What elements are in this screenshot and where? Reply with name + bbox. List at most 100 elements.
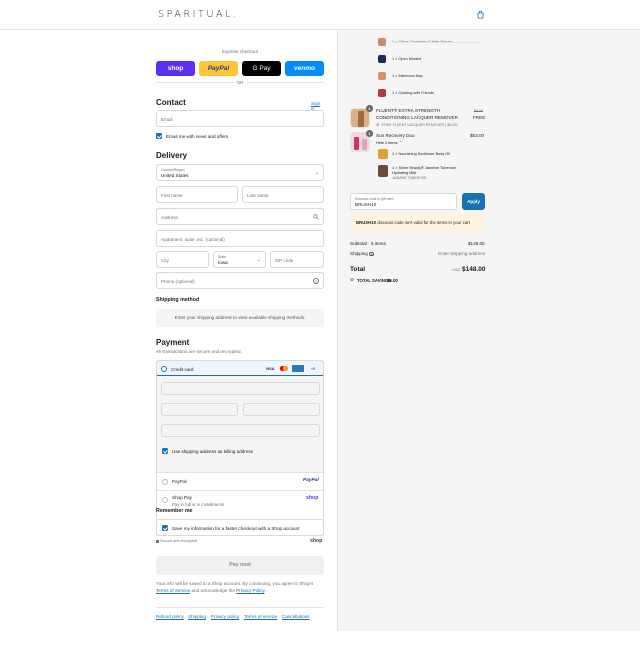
terms-of-service-footer-link[interactable]: Terms of service [244, 614, 277, 619]
newsletter-checkbox[interactable] [156, 133, 162, 139]
product-name: FLUENT® EXTRA STRENGTH [376, 108, 441, 113]
express-checkout-label: Express checkout [221, 49, 259, 54]
zip-field[interactable]: ZIP code [270, 251, 324, 268]
paypal-radio[interactable] [162, 478, 168, 485]
currency-label: USD [452, 267, 461, 272]
terms-text-2: and acknowledge the [190, 588, 237, 593]
shop-pay-button[interactable]: shop [156, 61, 195, 76]
email-field[interactable]: Email [156, 110, 324, 127]
sub-item-thumbnail [378, 149, 388, 159]
credit-card-option[interactable]: Credit card VISA +5 [157, 361, 323, 376]
secure-label: Secure and encrypted [160, 539, 198, 543]
amex-icon [292, 365, 304, 372]
country-label: Country/Region [161, 167, 185, 172]
total-label: Total [350, 266, 366, 273]
info-icon[interactable]: ? [369, 251, 374, 256]
shop-pay-radio[interactable] [162, 496, 168, 503]
gift-item-thumbnail [378, 55, 386, 63]
savings-value: $6.00 [387, 278, 398, 283]
venmo-button[interactable]: venmo [285, 61, 324, 76]
product-discount: FREE FLUENT LACQUER REMOVER (-$6.00) [382, 123, 458, 127]
sub-item-label-line2: Hydrating Mist [392, 171, 417, 175]
cancellations-link[interactable]: Cancellations [282, 614, 310, 619]
discount-value: BRUSH10 [355, 201, 377, 207]
help-icon[interactable]: ? [313, 278, 319, 284]
lock-icon [156, 540, 159, 543]
shopping-bag-icon[interactable] [476, 10, 485, 19]
terms-text-3: . [264, 588, 266, 593]
discount-tag-icon: ⊘ [376, 122, 380, 127]
hide-items-toggle[interactable]: Hide 2 items ⌃ [376, 140, 402, 145]
search-icon [313, 214, 319, 220]
visa-icon: VISA [265, 366, 275, 371]
refund-policy-link[interactable]: Refund policy [156, 614, 184, 619]
discount-label: Discount code or gift card [355, 196, 394, 201]
city-placeholder: City [161, 257, 169, 263]
phone-field[interactable]: Phone (optional) ? [156, 272, 324, 289]
address-field[interactable]: Address [156, 208, 324, 225]
state-label: State [218, 254, 226, 259]
zip-placeholder: ZIP code [275, 257, 294, 263]
paypal-logo: PayPal [303, 478, 319, 483]
security-code-field[interactable] [243, 403, 320, 416]
shop-pay-subtitle: Pay in full or in installments [172, 502, 225, 507]
shipping-summary-label: Shipping [350, 251, 368, 256]
subtotal-value: $148.00 [468, 241, 485, 246]
total-value: $148.00 [462, 265, 486, 273]
terms-of-service-link[interactable]: Terms of Service [156, 588, 190, 593]
expiry-field[interactable] [161, 403, 238, 416]
shop-pay-logo: shop [306, 495, 319, 501]
discount-error: BRUSH10 discount code isn't valid for th… [350, 214, 485, 232]
gift-item-thumbnail [378, 72, 386, 80]
privacy-policy-link[interactable]: Privacy Policy [236, 588, 264, 593]
sub-item-thumbnail [378, 165, 388, 177]
or-separator: OR [236, 80, 244, 85]
store-logo[interactable]: SPARITUAL. [158, 9, 239, 20]
payment-options: Credit card VISA +5 Use shipping address… [156, 360, 324, 528]
address-placeholder: Address [161, 214, 178, 220]
privacy-policy-footer-link[interactable]: Privacy policy [211, 614, 239, 619]
gift-item-thumbnail [378, 89, 386, 97]
card-form: Use shipping address as billing address [157, 376, 323, 473]
chevron-up-icon: ⌃ [398, 140, 402, 145]
shipping-link[interactable]: Shipping [188, 614, 206, 619]
paypal-button[interactable]: PayPal [199, 61, 238, 76]
card-number-field[interactable] [161, 382, 320, 395]
credit-card-radio[interactable] [161, 366, 167, 372]
product-price: FREE [473, 115, 486, 120]
state-value: Iowa [218, 259, 228, 265]
gift-item-label: 1 × Cooking with Friends [392, 91, 434, 95]
product-name-line2: CONDITIONING LACQUER REMOVER [376, 115, 458, 120]
original-price: $6.00 [474, 109, 483, 113]
name-on-card-field[interactable] [161, 424, 320, 437]
subtotal-label: Subtotal · 5 items [350, 241, 386, 246]
discount-code-input[interactable]: Discount code or gift card BRUSH10 [350, 193, 457, 210]
product-name: Sun Recovery Duo [376, 133, 415, 138]
order-summary: 1 × Citrus Cinnamon Cuticle Serum 1 × Op… [337, 30, 640, 631]
first-name-field[interactable]: First name [156, 186, 238, 203]
last-name-field[interactable]: Last name [242, 186, 324, 203]
billing-address-checkbox[interactable] [162, 448, 168, 454]
paypal-label: PayPal [172, 479, 187, 484]
quantity-badge: 1 [366, 105, 373, 112]
apartment-field[interactable]: Apartment, suite, etc. (optional) [156, 230, 324, 247]
newsletter-label: Email me with news and offers [166, 134, 229, 139]
divider [392, 42, 482, 43]
error-text: discount code isn't valid for the items … [376, 220, 470, 225]
more-cards-badge: +5 [310, 366, 316, 371]
country-value: United States [161, 172, 189, 178]
state-select[interactable]: State Iowa ⌄ [213, 251, 266, 268]
paypal-option[interactable]: PayPal PayPal [157, 473, 323, 490]
shipping-value: Enter shipping address [438, 251, 485, 256]
email-placeholder: Email [161, 116, 173, 122]
shipping-label: Shipping ? [350, 251, 374, 256]
payment-subtitle: All transactions are secure and encrypte… [156, 349, 242, 354]
city-field[interactable]: City [156, 251, 209, 268]
save-info-checkbox[interactable] [162, 525, 168, 531]
apply-button[interactable]: Apply [462, 193, 485, 210]
google-pay-button[interactable]: G Pay [242, 61, 281, 76]
phone-placeholder: Phone (optional) [161, 278, 195, 284]
shipping-info: Enter your shipping address to view avai… [156, 309, 324, 327]
pay-now-button[interactable]: Pay now [156, 556, 324, 575]
country-select[interactable]: Country/Region United States ⌄ [156, 164, 324, 181]
